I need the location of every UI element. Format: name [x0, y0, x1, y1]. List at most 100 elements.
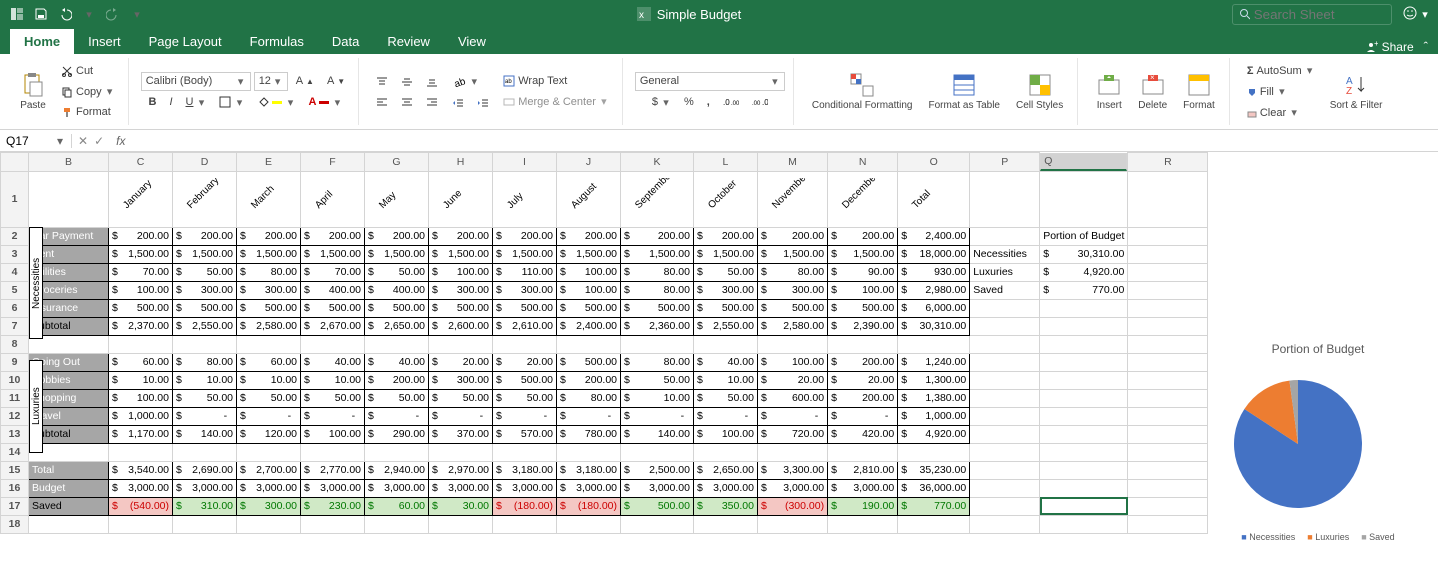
data-cell[interactable]: (180.00) [493, 497, 557, 515]
row-header[interactable]: 11 [1, 389, 29, 407]
pie-chart[interactable]: Portion of Budget Necessities Luxuries S… [1218, 342, 1418, 542]
col-header[interactable]: E [237, 153, 301, 172]
copy-button[interactable]: Copy▾ [56, 82, 120, 101]
data-cell[interactable]: 500.00 [301, 299, 365, 317]
data-cell[interactable]: 290.00 [365, 425, 429, 443]
border-button[interactable]: ▾ [214, 93, 249, 112]
data-cell[interactable]: 3,000.00 [429, 479, 493, 497]
data-cell[interactable]: 80.00 [557, 389, 621, 407]
col-header[interactable]: B [29, 153, 109, 172]
row-header[interactable]: 10 [1, 371, 29, 389]
font-name-select[interactable]: Calibri (Body)▾ [141, 72, 251, 91]
cancel-formula-icon[interactable]: ✕ [78, 134, 88, 148]
data-cell[interactable]: 370.00 [429, 425, 493, 443]
col-header[interactable]: K [621, 153, 694, 172]
data-cell[interactable]: 70.00 [301, 263, 365, 281]
data-cell[interactable]: 10.00 [173, 371, 237, 389]
data-cell[interactable]: 1,500.00 [828, 245, 898, 263]
data-cell[interactable]: 100.00 [757, 353, 827, 371]
data-cell[interactable]: 190.00 [828, 497, 898, 515]
data-cell[interactable]: 3,000.00 [109, 479, 173, 497]
sort-filter-button[interactable]: AZSort & Filter [1324, 68, 1389, 115]
row-header[interactable]: 4 [1, 263, 29, 281]
data-cell[interactable]: 3,300.00 [757, 461, 827, 479]
data-cell[interactable]: 30,310.00 [898, 317, 970, 335]
data-cell[interactable]: 3,000.00 [237, 479, 301, 497]
feedback-icon[interactable] [1402, 5, 1420, 23]
data-cell[interactable]: - [173, 407, 237, 425]
tab-formulas[interactable]: Formulas [236, 29, 318, 54]
italic-button[interactable]: I [164, 93, 177, 111]
tab-page-layout[interactable]: Page Layout [135, 29, 236, 54]
data-cell[interactable]: - [429, 407, 493, 425]
insert-cells-button[interactable]: Insert [1090, 68, 1128, 115]
data-cell[interactable]: - [493, 407, 557, 425]
data-cell[interactable]: 3,000.00 [365, 479, 429, 497]
undo-dropdown-icon[interactable]: ▾ [80, 5, 98, 23]
data-cell[interactable]: 140.00 [621, 425, 694, 443]
data-cell[interactable]: 3,180.00 [493, 461, 557, 479]
clear-button[interactable]: Clear▾ [1242, 103, 1320, 122]
col-header[interactable]: D [173, 153, 237, 172]
data-cell[interactable]: 1,500.00 [429, 245, 493, 263]
feedback-dropdown-icon[interactable]: ▾ [1420, 8, 1430, 21]
data-cell[interactable]: - [301, 407, 365, 425]
data-cell[interactable]: (540.00) [109, 497, 173, 515]
data-cell[interactable]: 2,360.00 [621, 317, 694, 335]
data-cell[interactable]: 10.00 [693, 371, 757, 389]
data-cell[interactable]: 500.00 [621, 299, 694, 317]
data-cell[interactable]: 50.00 [693, 263, 757, 281]
data-cell[interactable]: 1,500.00 [557, 245, 621, 263]
data-cell[interactable]: 600.00 [757, 389, 827, 407]
data-cell[interactable]: 2,400.00 [557, 317, 621, 335]
row-header[interactable]: 6 [1, 299, 29, 317]
data-cell[interactable]: 6,000.00 [898, 299, 970, 317]
data-cell[interactable]: 3,000.00 [828, 479, 898, 497]
data-cell[interactable]: - [365, 407, 429, 425]
col-header[interactable]: I [493, 153, 557, 172]
data-cell[interactable]: 110.00 [493, 263, 557, 281]
data-cell[interactable]: 300.00 [757, 281, 827, 299]
data-cell[interactable]: 3,000.00 [173, 479, 237, 497]
format-cells-button[interactable]: Format [1177, 68, 1221, 115]
data-cell[interactable]: 100.00 [557, 263, 621, 281]
data-cell[interactable]: 2,650.00 [693, 461, 757, 479]
col-header[interactable]: O [898, 153, 970, 172]
data-cell[interactable]: 100.00 [109, 389, 173, 407]
undo-icon[interactable] [56, 5, 74, 23]
data-cell[interactable]: 30.00 [429, 497, 493, 515]
orientation-button[interactable]: ab▾ [447, 72, 494, 92]
formula-input[interactable] [131, 134, 1438, 148]
fx-icon[interactable]: fx [110, 134, 131, 148]
data-cell[interactable]: 50.00 [693, 389, 757, 407]
window-controls-icon[interactable] [8, 5, 26, 23]
cut-button[interactable]: Cut [56, 62, 120, 80]
data-cell[interactable]: 3,000.00 [757, 479, 827, 497]
underline-button[interactable]: U▾ [181, 93, 212, 112]
align-center-button[interactable] [396, 93, 418, 111]
row-header[interactable]: 12 [1, 407, 29, 425]
redo-icon[interactable] [104, 5, 122, 23]
comma-format-button[interactable]: , [702, 93, 715, 111]
data-cell[interactable]: 70.00 [109, 263, 173, 281]
name-box[interactable]: Q17▾ [0, 134, 72, 148]
col-header[interactable]: N [828, 153, 898, 172]
fill-color-button[interactable]: ▾ [252, 93, 300, 112]
percent-format-button[interactable]: % [679, 93, 699, 111]
align-right-button[interactable] [421, 93, 443, 111]
data-cell[interactable]: (300.00) [757, 497, 827, 515]
data-cell[interactable]: 420.00 [828, 425, 898, 443]
data-cell[interactable]: 3,540.00 [109, 461, 173, 479]
data-cell[interactable]: 36,000.00 [898, 479, 970, 497]
data-cell[interactable]: 300.00 [237, 497, 301, 515]
increase-decimal-button[interactable]: .0.00 [718, 93, 744, 111]
data-cell[interactable]: 100.00 [429, 263, 493, 281]
qat-dropdown-icon[interactable]: ▾ [128, 5, 146, 23]
data-cell[interactable]: 18,000.00 [898, 245, 970, 263]
data-cell[interactable]: 80.00 [173, 353, 237, 371]
data-cell[interactable]: 500.00 [237, 299, 301, 317]
data-cell[interactable]: 80.00 [757, 263, 827, 281]
data-cell[interactable]: 1,500.00 [301, 245, 365, 263]
data-cell[interactable]: 1,000.00 [109, 407, 173, 425]
data-cell[interactable]: 2,550.00 [693, 317, 757, 335]
